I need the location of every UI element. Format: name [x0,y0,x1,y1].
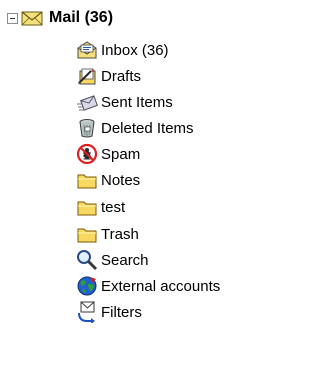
trash-can-icon [76,117,98,139]
tree-root-mail[interactable]: Mail (36) [7,7,113,29]
folder-item-notes[interactable]: Notes [76,168,140,192]
folder-label-test: test [101,198,126,216]
folder-item-trash[interactable]: Trash [76,222,139,246]
folder-icon [76,223,98,245]
sent-items-icon [76,91,98,113]
folder-label-external-accounts: External accounts [101,277,221,295]
folder-label-drafts: Drafts [101,67,142,85]
folder-item-filters[interactable]: Filters [76,300,142,324]
folder-label-filters: Filters [101,303,142,321]
folder-icon [76,169,98,191]
folder-label-spam: Spam [101,145,141,163]
folder-item-drafts[interactable]: Drafts [76,64,141,88]
folder-item-deleted-items[interactable]: Deleted Items [76,116,194,140]
folder-label-search: Search [101,251,149,269]
folder-item-external-accounts[interactable]: External accounts [76,274,220,298]
magnifier-icon [76,249,98,271]
inbox-icon [76,39,98,61]
folder-label-notes: Notes [101,171,141,189]
mail-folder-tree: Mail (36) Inbox (36) Drafts Sent Items D… [0,0,292,388]
spam-bug-icon [76,143,98,165]
envelope-icon [21,7,43,29]
globe-icon [76,275,98,297]
filter-envelope-icon [76,301,98,323]
collapse-minus-icon[interactable] [7,12,18,24]
folder-item-inbox[interactable]: Inbox (36) [76,38,169,62]
root-label: Mail (36) [49,9,114,26]
drafts-icon [76,65,98,87]
folder-label-deleted-items: Deleted Items [101,119,194,137]
folder-label-inbox: Inbox (36) [101,41,169,59]
folder-label-sent-items: Sent Items [101,93,173,111]
folder-item-test[interactable]: test [76,195,125,219]
folder-item-spam[interactable]: Spam [76,142,140,166]
folder-item-sent-items[interactable]: Sent Items [76,90,173,114]
folder-item-search[interactable]: Search [76,248,149,272]
folder-label-trash: Trash [101,225,139,243]
folder-icon [76,196,98,218]
